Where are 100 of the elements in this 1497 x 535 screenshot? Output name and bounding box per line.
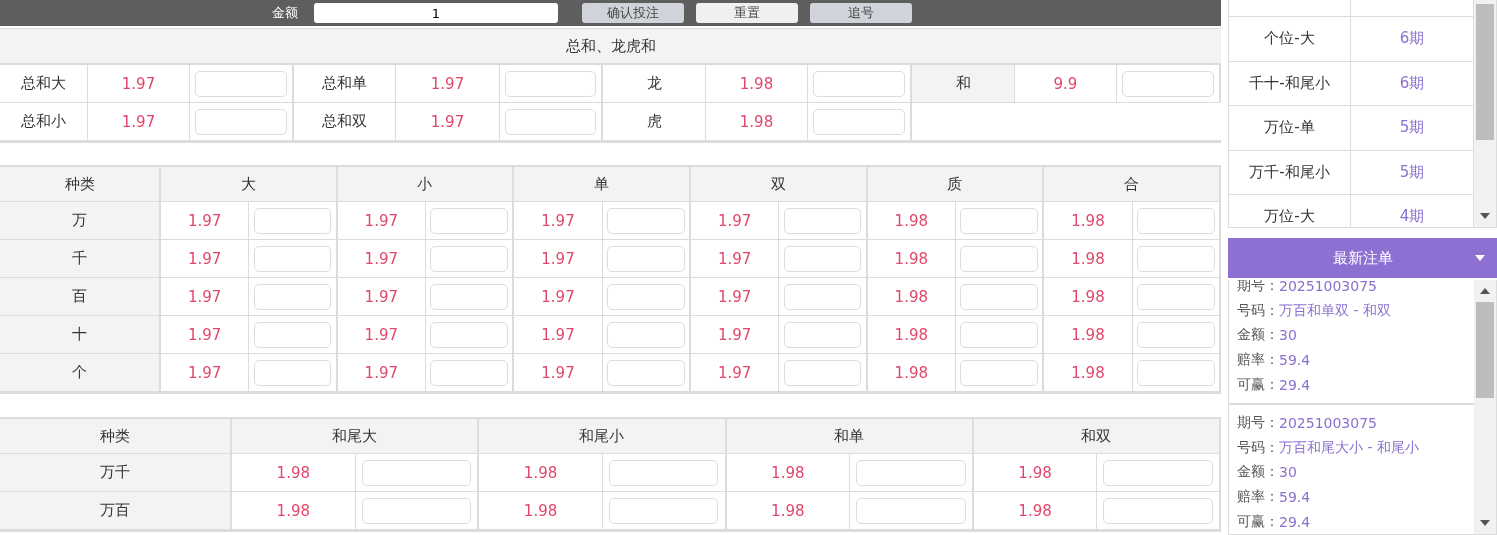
bet-amount-input[interactable] xyxy=(783,283,862,310)
odds-value: 1.98 xyxy=(894,363,928,382)
bet-amount-input[interactable] xyxy=(253,245,332,272)
bet-amount-input[interactable] xyxy=(960,245,1038,272)
bet-amount-input[interactable] xyxy=(606,321,685,348)
odds-value: 1.97 xyxy=(717,249,752,268)
bet-amount-input[interactable] xyxy=(783,321,862,348)
bet-amount-input[interactable] xyxy=(505,70,596,97)
bet-amount-input[interactable] xyxy=(430,245,508,272)
bet-amount-input[interactable] xyxy=(253,321,332,348)
field-value: 59.4 xyxy=(1279,489,1311,506)
bet-amount-input[interactable] xyxy=(960,359,1038,386)
field-label: 号码： xyxy=(1237,438,1279,457)
odds-value: 1.97 xyxy=(364,249,398,268)
bet-amount-input[interactable] xyxy=(253,283,332,310)
bet-amount-input[interactable] xyxy=(195,108,287,135)
bet-amount-input[interactable] xyxy=(606,359,685,386)
odds-value: 1.98 xyxy=(894,249,928,268)
bet-amount-input[interactable] xyxy=(1122,70,1214,97)
action-button[interactable]: 重置 xyxy=(696,3,798,23)
bet-amount-input[interactable] xyxy=(1103,497,1213,524)
bet-amount-input[interactable] xyxy=(606,245,685,272)
bet-amount-input[interactable] xyxy=(1136,283,1215,310)
bet-amount-input[interactable] xyxy=(813,108,905,135)
column-header: 和尾小 xyxy=(579,426,625,446)
action-button[interactable]: 追号 xyxy=(810,3,912,23)
bet-amount-input[interactable] xyxy=(608,497,719,524)
odds-value: 1.98 xyxy=(276,501,310,520)
odds-value: 1.98 xyxy=(1071,325,1105,344)
column-header: 和双 xyxy=(1081,426,1112,446)
odds-value: 1.97 xyxy=(541,249,575,268)
bet-amount-input[interactable] xyxy=(813,70,905,97)
streak-count: 6期 xyxy=(1399,73,1425,93)
bet-amount-input[interactable] xyxy=(430,321,508,348)
odds-value: 1.97 xyxy=(364,363,398,382)
bet-amount-input[interactable] xyxy=(960,283,1038,310)
bet-amount-input[interactable] xyxy=(960,207,1038,234)
scrollbar[interactable] xyxy=(1474,280,1496,534)
odds-value: 1.98 xyxy=(739,74,774,93)
odds-value: 1.97 xyxy=(541,325,575,344)
field-label: 号码： xyxy=(1237,301,1279,320)
field-label: 期号： xyxy=(1237,414,1279,433)
field-label: 可赢： xyxy=(1237,375,1279,394)
bet-amount-input[interactable] xyxy=(856,497,966,524)
bet-amount-input[interactable] xyxy=(253,207,332,234)
panel-header[interactable]: 最新注单 xyxy=(1228,238,1497,278)
streak-count: 5期 xyxy=(1399,118,1425,138)
odds-value: 1.98 xyxy=(1018,501,1052,520)
odds-value: 1.98 xyxy=(523,501,558,520)
row-label: 个 xyxy=(72,363,87,382)
bet-amount-input[interactable] xyxy=(606,283,685,310)
odds-value: 1.97 xyxy=(121,74,156,93)
bet-amount-input[interactable] xyxy=(361,459,472,486)
bet-amount-input[interactable] xyxy=(783,207,862,234)
streak-name: 万位-大 xyxy=(1264,207,1315,227)
column-header: 双 xyxy=(770,174,786,194)
field-label: 金额： xyxy=(1237,463,1279,482)
bet-amount-input[interactable] xyxy=(195,70,287,97)
bet-amount-input[interactable] xyxy=(856,459,966,486)
caret-icon[interactable] xyxy=(1475,255,1485,261)
scrollbar[interactable] xyxy=(1474,0,1496,227)
odds-value: 1.98 xyxy=(894,325,928,344)
odds-value: 1.97 xyxy=(364,287,398,306)
odds-value: 1.98 xyxy=(1018,463,1052,482)
bet-amount-input[interactable] xyxy=(1136,359,1215,386)
streak-count: 4期 xyxy=(1399,207,1425,227)
field-label: 可赢： xyxy=(1237,512,1279,531)
bet-amount-input[interactable] xyxy=(430,283,508,310)
odds-value: 1.97 xyxy=(430,74,465,93)
bet-amount-input[interactable] xyxy=(606,207,685,234)
bet-amount-input[interactable] xyxy=(1136,321,1215,348)
amount-input[interactable]: 1 xyxy=(314,3,558,23)
field-value: 29.4 xyxy=(1279,513,1311,530)
bet-amount-input[interactable] xyxy=(430,207,508,234)
bet-amount-input[interactable] xyxy=(1136,245,1215,272)
field-value: 59.4 xyxy=(1279,352,1311,369)
column-header: 单 xyxy=(594,174,610,194)
row-label: 十 xyxy=(72,325,87,344)
odds-value: 1.97 xyxy=(717,363,752,382)
bet-amount-input[interactable] xyxy=(361,497,472,524)
bet-label: 和 xyxy=(955,74,971,93)
odds-value: 1.97 xyxy=(541,211,575,230)
odds-value: 1.97 xyxy=(717,287,752,306)
action-button[interactable]: 确认投注 xyxy=(582,3,684,23)
bet-amount-input[interactable] xyxy=(430,359,508,386)
column-header: 大 xyxy=(240,174,256,194)
bet-amount-input[interactable] xyxy=(505,108,596,135)
bet-amount-input[interactable] xyxy=(783,245,862,272)
bet-label: 总和大 xyxy=(21,74,66,93)
odds-value: 1.98 xyxy=(276,463,310,482)
column-header: 和单 xyxy=(834,426,865,446)
odds-value: 1.97 xyxy=(364,325,398,344)
odds-value: 1.97 xyxy=(121,112,156,131)
bet-amount-input[interactable] xyxy=(608,459,719,486)
column-header: 种类 xyxy=(64,174,95,194)
bet-amount-input[interactable] xyxy=(960,321,1038,348)
bet-amount-input[interactable] xyxy=(1103,459,1213,486)
bet-amount-input[interactable] xyxy=(253,359,332,386)
bet-amount-input[interactable] xyxy=(1136,207,1215,234)
bet-amount-input[interactable] xyxy=(783,359,862,386)
